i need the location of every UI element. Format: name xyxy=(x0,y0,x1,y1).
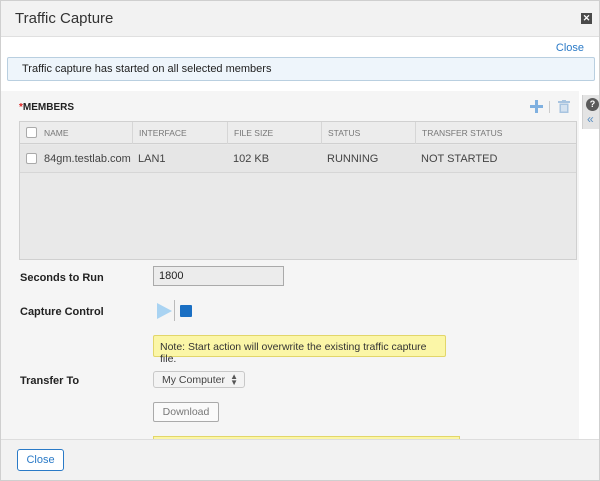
seconds-to-run-label: Seconds to Run xyxy=(20,272,104,284)
select-all-checkbox[interactable] xyxy=(26,127,37,138)
row-checkbox[interactable] xyxy=(26,153,37,164)
status-banner: Traffic capture has started on all selec… xyxy=(7,57,595,81)
overwrite-note-text: Note: Start action will overwrite the ex… xyxy=(160,341,427,365)
dialog-titlebar: Traffic Capture ✕ xyxy=(1,1,599,37)
cell-transfer-status: NOT STARTED xyxy=(421,153,498,165)
members-label: MEMBERS xyxy=(22,102,75,113)
trash-icon[interactable] xyxy=(558,100,570,113)
stop-icon[interactable] xyxy=(180,305,192,317)
toolbar-divider xyxy=(549,101,550,113)
members-grid: NAME INTERFACE FILE SIZE STATUS TRANSFER… xyxy=(19,121,577,260)
select-arrows-icon: ▲ ▼ xyxy=(230,372,238,387)
members-heading: *MEMBERS xyxy=(19,102,74,113)
transfer-to-label: Transfer To xyxy=(20,375,80,387)
table-row[interactable]: 84gm.testlab.com LAN1 102 KB RUNNING NOT… xyxy=(20,145,576,173)
column-header-name[interactable]: NAME xyxy=(39,122,134,144)
download-button[interactable]: Download xyxy=(153,402,219,422)
overwrite-note: Note: Start action will overwrite the ex… xyxy=(153,335,446,365)
close-icon[interactable]: ✕ xyxy=(581,13,592,24)
cell-interface: LAN1 xyxy=(138,153,166,165)
cell-status: RUNNING xyxy=(327,153,379,165)
status-banner-text: Traffic capture has started on all selec… xyxy=(22,63,272,75)
seconds-to-run-input[interactable] xyxy=(153,266,284,286)
column-header-interface[interactable]: INTERFACE xyxy=(132,122,227,144)
cell-name: 84gm.testlab.com xyxy=(44,153,131,165)
traffic-capture-dialog: Traffic Capture ✕ Close Traffic capture … xyxy=(0,0,600,481)
column-header-status[interactable]: STATUS xyxy=(321,122,415,144)
members-grid-header: NAME INTERFACE FILE SIZE STATUS TRANSFER… xyxy=(20,122,576,144)
close-link[interactable]: Close xyxy=(556,42,584,54)
cell-file-size: 102 KB xyxy=(233,153,270,165)
transfer-to-value: My Computer xyxy=(162,374,226,386)
dialog-footer: Close xyxy=(1,439,599,480)
help-icon[interactable]: ? xyxy=(586,98,599,111)
capture-control-label: Capture Control xyxy=(20,306,104,318)
play-icon[interactable] xyxy=(156,303,172,319)
plus-icon[interactable] xyxy=(530,100,543,113)
collapse-icon[interactable]: « xyxy=(587,113,594,125)
transfer-to-select[interactable]: My Computer ▲ ▼ xyxy=(153,371,245,388)
capture-control-divider xyxy=(174,300,175,321)
column-header-transfer-status[interactable]: TRANSFER STATUS xyxy=(415,122,576,144)
help-panel-tab: ? « xyxy=(582,95,599,129)
close-button[interactable]: Close xyxy=(17,449,64,471)
column-header-file-size[interactable]: FILE SIZE xyxy=(227,122,322,144)
dialog-title: Traffic Capture xyxy=(15,10,114,27)
